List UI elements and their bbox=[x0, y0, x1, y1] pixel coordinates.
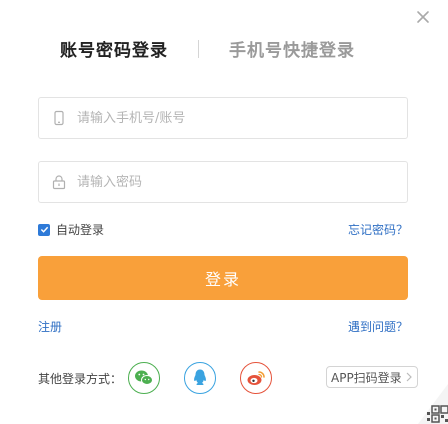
check-icon bbox=[40, 226, 48, 233]
problem-link[interactable]: 遇到问题？ bbox=[348, 318, 408, 335]
forgot-password-link[interactable]: 忘记密码？ bbox=[348, 221, 408, 238]
tab-divider bbox=[198, 39, 199, 58]
password-input[interactable] bbox=[77, 162, 407, 202]
auto-login-label: 自动登录 bbox=[56, 223, 105, 237]
other-login-methods: 其他登录方式： bbox=[38, 362, 296, 394]
qq-login-button[interactable] bbox=[184, 362, 217, 394]
account-input[interactable] bbox=[77, 98, 407, 138]
app-scan-label: APP扫码登录 bbox=[331, 370, 402, 385]
auto-login-checkbox[interactable] bbox=[38, 223, 50, 236]
qq-icon bbox=[194, 369, 206, 385]
login-tabs: 账号密码登录 手机号快捷登录 bbox=[60, 36, 355, 61]
register-row: 注册 遇到问题？ bbox=[38, 318, 408, 335]
login-button[interactable]: 登录 bbox=[38, 256, 408, 300]
wechat-icon bbox=[135, 370, 154, 385]
register-link[interactable]: 注册 bbox=[38, 318, 62, 335]
tab-account-login[interactable]: 账号密码登录 bbox=[60, 36, 168, 61]
remember-row: 自动登录 忘记密码？ bbox=[38, 221, 408, 238]
chevron-right-icon bbox=[406, 372, 412, 382]
weibo-icon bbox=[247, 371, 265, 385]
lock-icon bbox=[52, 175, 66, 190]
wechat-login-button[interactable] bbox=[128, 362, 161, 394]
password-field[interactable] bbox=[38, 161, 408, 203]
other-login-label: 其他登录方式： bbox=[38, 371, 123, 386]
qr-code-icon[interactable] bbox=[418, 384, 448, 424]
account-field[interactable] bbox=[38, 97, 408, 139]
tab-phone-login[interactable]: 手机号快捷登录 bbox=[229, 36, 355, 61]
app-scan-login-button[interactable]: APP扫码登录 bbox=[326, 366, 418, 388]
auto-login-toggle[interactable]: 自动登录 bbox=[38, 221, 104, 238]
phone-icon bbox=[54, 110, 64, 126]
close-icon[interactable] bbox=[416, 10, 434, 28]
weibo-login-button[interactable] bbox=[240, 362, 273, 394]
